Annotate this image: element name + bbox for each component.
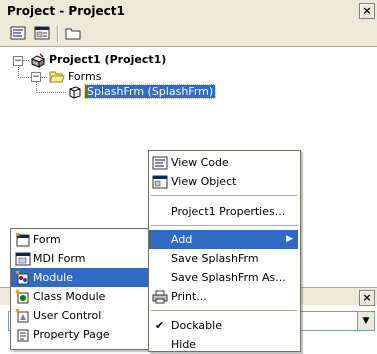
- forms-collapse-toggle[interactable]: −: [31, 72, 41, 82]
- project-node-label[interactable]: Project1 (Project1): [49, 53, 166, 66]
- menu-item-user-control[interactable]: User Control: [11, 306, 149, 325]
- project-collapse-toggle[interactable]: −: [13, 56, 23, 66]
- user-control-icon: [15, 308, 29, 323]
- add-submenu: Form MDI Form Module Class Module User C…: [10, 228, 152, 350]
- menu-item-save-label: Save SplashFrm: [171, 252, 259, 265]
- menu-item-view-object-label: View Object: [171, 175, 237, 188]
- project-icon: [30, 53, 46, 68]
- menu-item-project-properties[interactable]: Project1 Properties...: [149, 202, 298, 221]
- project-explorer-titlebar: Project - Project1 ×: [0, 0, 377, 23]
- view-object-icon: [152, 175, 168, 189]
- module-icon: [15, 270, 29, 285]
- class-module-icon: [15, 289, 29, 304]
- view-object-icon[interactable]: [33, 25, 51, 41]
- form-icon: [69, 86, 81, 99]
- mdi-form-icon: [15, 252, 31, 266]
- menu-item-view-code-label: View Code: [171, 156, 229, 169]
- toggle-folders-icon[interactable]: [64, 25, 82, 41]
- menu-item-form[interactable]: Form: [11, 230, 149, 249]
- menu-item-add[interactable]: Add ▶: [149, 230, 298, 249]
- menu-item-view-object[interactable]: View Object: [149, 172, 298, 191]
- menu-item-class-module[interactable]: Class Module: [11, 287, 149, 306]
- context-menu: View Code View Object Project1 Propertie…: [148, 150, 301, 352]
- menu-item-hide[interactable]: Hide: [149, 335, 298, 354]
- menu-item-mdi-form[interactable]: MDI Form: [11, 249, 149, 268]
- menu-item-dockable-label: Dockable: [171, 319, 222, 332]
- menu-item-module[interactable]: Module: [11, 268, 149, 287]
- menu-item-save-as[interactable]: Save SplashFrm As...: [149, 268, 298, 287]
- splashfrm-node-label[interactable]: SplashFrm (SplashFrm): [83, 84, 217, 99]
- menu-item-hide-label: Hide: [171, 338, 197, 351]
- menu-separator: [151, 195, 297, 196]
- menu-item-module-label: Module: [33, 271, 73, 284]
- window-title: Project - Project1: [7, 4, 125, 18]
- menu-item-property-page[interactable]: Property Page: [11, 325, 149, 344]
- toolbar-separator: [57, 25, 58, 42]
- folder-open-icon: [49, 71, 65, 83]
- close-button[interactable]: ×: [359, 3, 375, 19]
- view-code-icon: [152, 156, 168, 170]
- chevron-down-icon[interactable]: ▼: [357, 312, 374, 330]
- menu-item-project-properties-label: Project1 Properties...: [171, 205, 286, 218]
- view-code-icon[interactable]: [9, 25, 27, 41]
- menu-item-property-page-label: Property Page: [33, 328, 110, 341]
- printer-icon: [152, 290, 168, 304]
- forms-folder-label[interactable]: Forms: [68, 70, 101, 83]
- form-icon: [15, 232, 30, 247]
- property-page-icon: [17, 329, 29, 342]
- menu-item-print-label: Print...: [171, 290, 207, 303]
- menu-item-add-label: Add: [171, 233, 193, 246]
- menu-item-user-control-label: User Control: [33, 309, 102, 322]
- project-toolbar: [0, 22, 377, 47]
- menu-item-form-label: Form: [33, 233, 61, 246]
- properties-close-button[interactable]: ×: [359, 290, 375, 306]
- checkmark-icon: ✔: [155, 319, 165, 332]
- menu-item-mdi-form-label: MDI Form: [33, 252, 86, 265]
- menu-separator: [151, 225, 297, 226]
- menu-separator: [151, 310, 297, 311]
- menu-item-dockable[interactable]: ✔ Dockable: [149, 316, 298, 335]
- menu-item-save[interactable]: Save SplashFrm: [149, 249, 298, 268]
- menu-item-print[interactable]: Print...: [149, 287, 298, 306]
- menu-item-view-code[interactable]: View Code: [149, 153, 298, 172]
- menu-item-save-as-label: Save SplashFrm As...: [171, 271, 286, 284]
- submenu-arrow-icon: ▶: [286, 234, 293, 244]
- menu-item-class-module-label: Class Module: [33, 290, 106, 303]
